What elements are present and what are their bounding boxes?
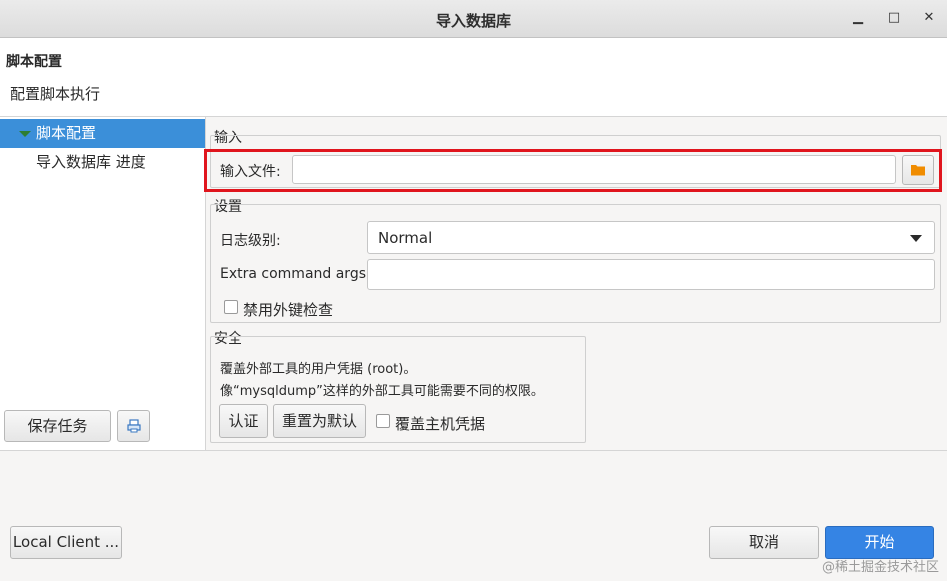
page-header: 脚本配置 配置脚本执行 <box>0 38 947 117</box>
log-level-label: 日志级别: <box>220 233 281 249</box>
close-button[interactable]: ✕ <box>919 8 939 28</box>
security-description-2: 像“mysqldump”这样的外部工具可能需要不同的权限。 <box>220 384 544 399</box>
override-credentials-label: 覆盖主机凭据 <box>395 415 486 433</box>
dialog-footer: Local Client ... 取消 开始 <box>0 450 947 581</box>
log-level-value: Normal <box>378 229 433 247</box>
window-titlebar: 导入数据库 ▁ □ ✕ <box>0 0 947 38</box>
security-description-1: 覆盖外部工具的用户凭据 (root)。 <box>220 362 417 377</box>
extra-args-input[interactable] <box>367 259 935 290</box>
local-client-button[interactable]: Local Client ... <box>10 526 122 559</box>
highlight-box <box>204 149 942 192</box>
extra-args-label: Extra command args: <box>220 266 371 282</box>
page-subtitle: 配置脚本执行 <box>10 85 101 103</box>
log-level-select[interactable]: Normal <box>367 221 935 254</box>
minimize-button[interactable]: ▁ <box>848 8 868 28</box>
start-button[interactable]: 开始 <box>825 526 934 559</box>
save-task-button[interactable]: 保存任务 <box>4 410 111 442</box>
sidebar: 脚本配置 导入数据库 进度 保存任务 <box>0 117 206 450</box>
sidebar-item-import-progress[interactable]: 导入数据库 进度 <box>0 148 205 177</box>
print-button[interactable] <box>117 410 150 442</box>
reset-default-button[interactable]: 重置为默认 <box>273 404 366 438</box>
printer-icon <box>126 419 141 433</box>
auth-button[interactable]: 认证 <box>219 404 268 438</box>
expand-arrow-icon[interactable] <box>19 131 31 137</box>
watermark: @稀土掘金技术社区 <box>821 560 939 575</box>
cancel-button[interactable]: 取消 <box>709 526 819 559</box>
window-title: 导入数据库 <box>435 12 511 30</box>
chevron-down-icon <box>910 235 922 242</box>
disable-fk-checkbox[interactable] <box>224 300 238 314</box>
sidebar-item-label: 导入数据库 进度 <box>36 153 146 171</box>
page-title: 脚本配置 <box>6 54 62 70</box>
maximize-button[interactable]: □ <box>884 8 904 28</box>
main-panel: 输入 输入文件: 设置 日志级别: Normal Extra command a… <box>204 117 947 450</box>
override-credentials-checkbox[interactable] <box>376 414 390 428</box>
sidebar-item-script-config[interactable]: 脚本配置 <box>0 119 205 148</box>
disable-fk-label: 禁用外键检查 <box>243 301 334 319</box>
sidebar-item-label: 脚本配置 <box>36 124 97 142</box>
